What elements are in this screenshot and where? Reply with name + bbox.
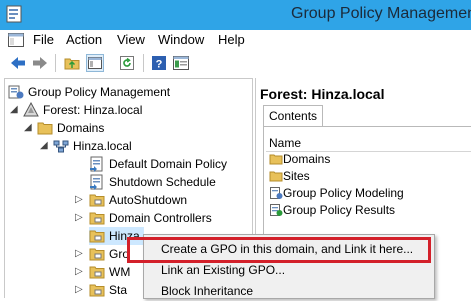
expand-arrow-icon[interactable]: ▷ <box>75 245 83 263</box>
show-hide-tree-icon[interactable] <box>86 54 104 72</box>
tree-label: Default Domain Policy <box>109 157 228 171</box>
tree-label: Domains <box>57 121 105 135</box>
gpo-link-icon <box>89 174 105 190</box>
domain-icon <box>53 138 69 154</box>
tree-label: Gro <box>109 247 130 261</box>
expand-arrow-icon[interactable]: ▷ <box>75 281 83 298</box>
details-header: Forest: Hinza.local <box>260 86 385 102</box>
collapse-arrow-icon[interactable]: ◢ <box>10 101 18 119</box>
folder-icon <box>269 152 283 166</box>
list-item-label: Group Policy Modeling <box>283 186 404 200</box>
gp-modeling-icon <box>269 186 283 200</box>
domains-folder-icon <box>37 120 53 136</box>
tree-label: Shutdown Schedule <box>109 175 216 189</box>
forest-icon <box>23 101 39 118</box>
console-icon[interactable] <box>8 33 24 47</box>
tree-label: Group Policy Management <box>28 85 171 99</box>
gp-results-icon <box>269 203 283 217</box>
window-title: Group Policy Management <box>291 5 471 22</box>
menu-file[interactable]: File <box>33 32 54 47</box>
collapse-arrow-icon[interactable]: ◢ <box>24 119 32 137</box>
tree-label: Forest: Hinza.local <box>43 103 143 117</box>
tree-label: AutoShutdown <box>109 193 188 207</box>
tree-label: Domain Controllers <box>109 211 212 225</box>
toolbar-separator <box>55 54 56 72</box>
highlight-box <box>127 237 431 263</box>
forward-icon[interactable] <box>31 54 49 72</box>
folder-icon <box>269 169 283 183</box>
ou-folder-icon <box>89 264 105 280</box>
expand-arrow-icon[interactable]: ▷ <box>75 191 83 209</box>
expand-arrow-icon[interactable]: ▷ <box>75 263 83 281</box>
refresh-icon[interactable] <box>118 54 136 72</box>
app-icon[interactable] <box>6 4 24 24</box>
list-item-label: Domains <box>283 152 331 166</box>
up-folder-icon[interactable] <box>63 54 81 72</box>
menu-item-block-inheritance[interactable]: Block Inheritance <box>161 281 253 301</box>
ou-folder-icon <box>89 192 105 208</box>
tab-contents[interactable]: Contents <box>263 105 324 127</box>
ou-folder-icon <box>89 246 105 262</box>
menu-window[interactable]: Window <box>158 32 204 47</box>
back-icon[interactable] <box>9 54 27 72</box>
help-icon[interactable]: ? <box>150 54 168 72</box>
column-header-name[interactable]: Name <box>269 136 301 150</box>
menu-action[interactable]: Action <box>66 32 102 47</box>
list-item-label: Sites <box>283 169 310 183</box>
collapse-arrow-icon[interactable]: ◢ <box>40 137 48 155</box>
menu-item-link-existing-gpo[interactable]: Link an Existing GPO... <box>161 260 285 280</box>
gpm-icon <box>8 84 24 100</box>
tree-label: WM <box>109 265 131 279</box>
menu-view[interactable]: View <box>117 32 145 47</box>
list-item-label: Group Policy Results <box>283 203 396 217</box>
toolbar: ? <box>0 50 471 76</box>
menu-help[interactable]: Help <box>218 32 245 47</box>
gpo-link-icon <box>89 156 105 172</box>
expand-arrow-icon[interactable]: ▷ <box>75 209 83 227</box>
toolbar-separator <box>143 54 144 72</box>
menu-bar: File Action View Window Help <box>0 30 471 50</box>
tree-label: Sta <box>109 283 128 297</box>
svg-text:?: ? <box>156 59 163 71</box>
ou-folder-icon <box>89 210 105 226</box>
ou-folder-icon <box>89 228 105 244</box>
properties-icon[interactable] <box>172 54 190 72</box>
ou-folder-icon <box>89 282 105 298</box>
tree-label: Hinza.local <box>73 139 132 153</box>
title-bar: Group Policy Management <box>0 0 471 30</box>
